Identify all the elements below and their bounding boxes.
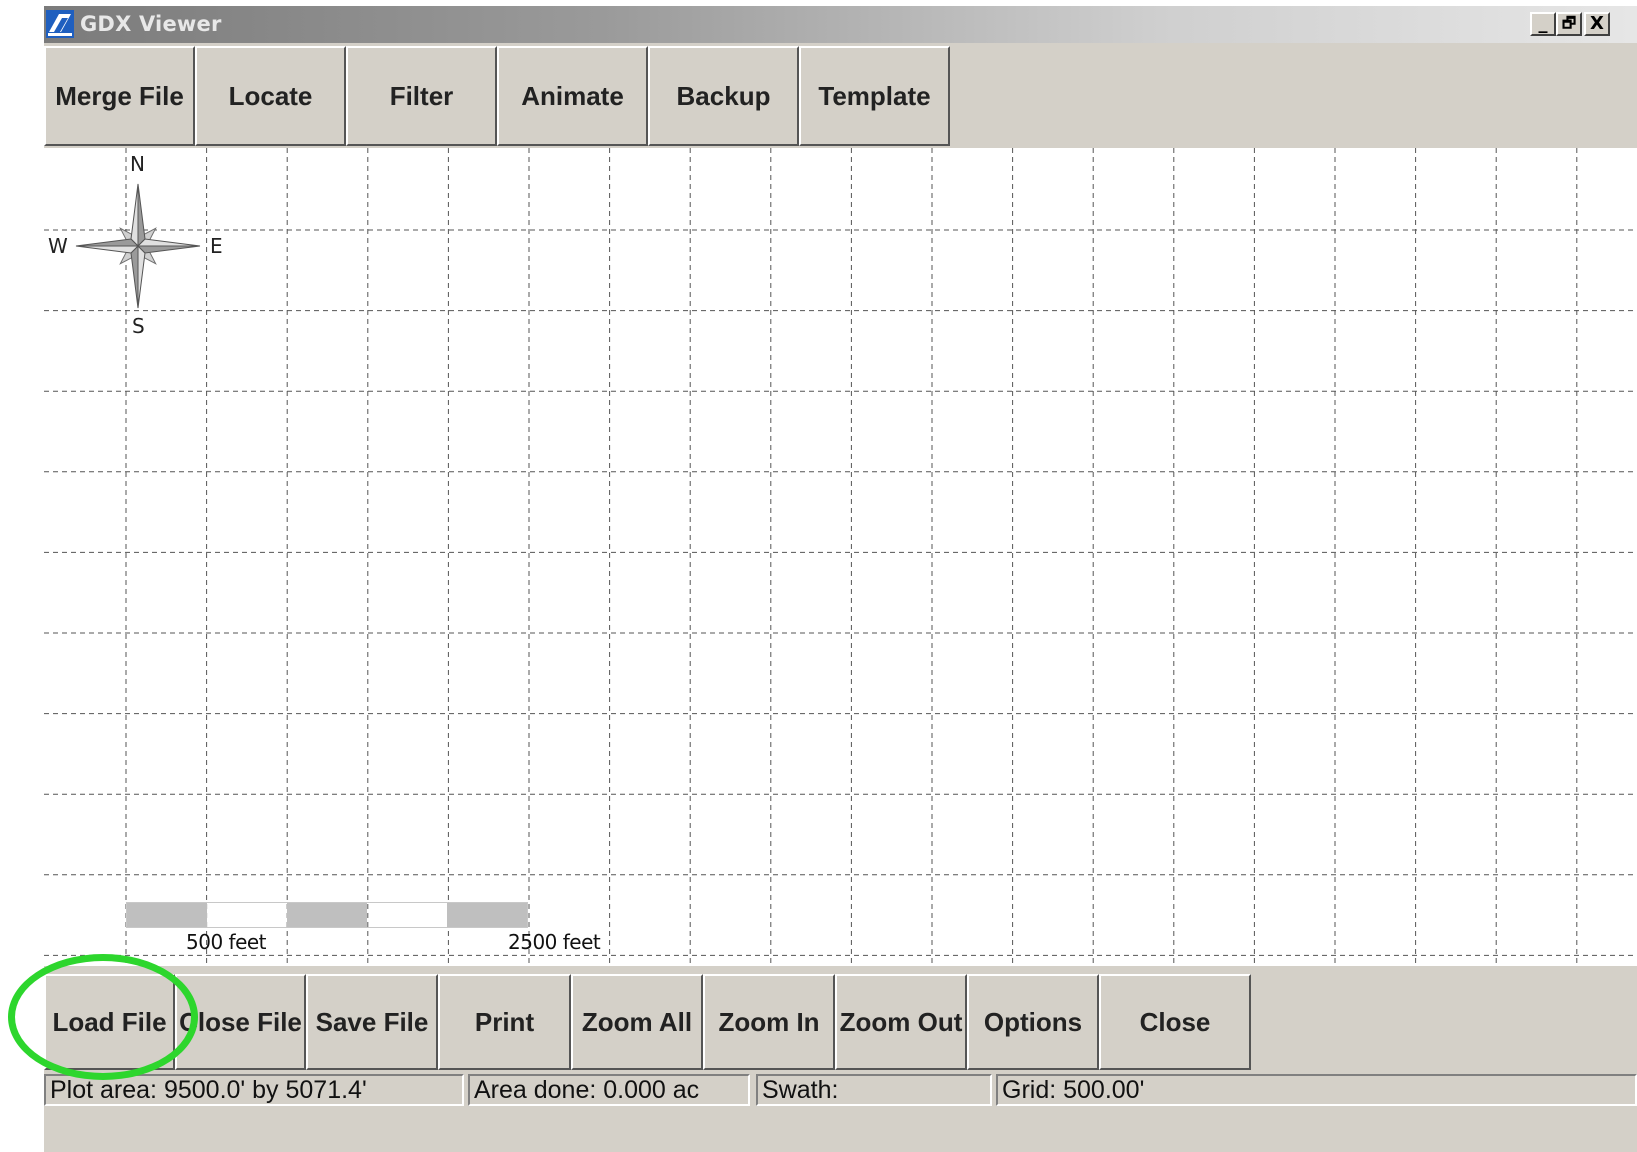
app-logo-icon	[46, 10, 74, 38]
filter-button[interactable]: Filter	[346, 46, 497, 146]
scale-bar	[126, 902, 528, 928]
scale-bar-segment	[447, 903, 527, 927]
status-grid: Grid: 500.00'	[996, 1074, 1637, 1106]
gdx-viewer-window: GDX Viewer _ 🗗 X Merge File Locate Filte…	[44, 6, 1637, 1152]
animate-button[interactable]: Animate	[497, 46, 648, 146]
scale-label-2500: 2500 feet	[508, 930, 601, 954]
scale-bar-segment	[127, 903, 207, 927]
print-button[interactable]: Print	[438, 974, 571, 1070]
save-file-button[interactable]: Save File	[306, 974, 438, 1070]
window-title: GDX Viewer	[80, 12, 222, 36]
bottom-toolbar: Load File Close File Save File Print Zoo…	[44, 964, 1637, 1072]
status-area-done: Area done: 0.000 ac	[468, 1074, 750, 1106]
minimize-button[interactable]: _	[1530, 12, 1556, 36]
status-swath: Swath:	[756, 1074, 992, 1106]
template-button[interactable]: Template	[799, 46, 950, 146]
options-button[interactable]: Options	[967, 974, 1099, 1070]
grid-lines	[44, 148, 1637, 964]
close-file-button[interactable]: Close File	[175, 974, 306, 1070]
status-plot-area: Plot area: 9500.0' by 5071.4'	[44, 1074, 464, 1106]
zoom-in-button[interactable]: Zoom In	[703, 974, 835, 1070]
compass-north-label: N	[130, 152, 145, 176]
backup-button[interactable]: Backup	[648, 46, 799, 146]
top-toolbar: Merge File Locate Filter Animate Backup …	[44, 46, 1637, 148]
compass-south-label: S	[132, 314, 145, 338]
locate-button[interactable]: Locate	[195, 46, 346, 146]
zoom-all-button[interactable]: Zoom All	[571, 974, 703, 1070]
merge-file-button[interactable]: Merge File	[44, 46, 195, 146]
compass-rose-icon	[75, 183, 201, 309]
compass-west-label: W	[48, 234, 68, 258]
plot-area[interactable]: N S E W 500 feet 2500 feet	[44, 148, 1637, 964]
restore-button[interactable]: 🗗	[1556, 12, 1582, 36]
close-window-button[interactable]: X	[1584, 12, 1610, 36]
status-bar: Plot area: 9500.0' by 5071.4' Area done:…	[44, 1072, 1637, 1108]
scale-bar-segment	[287, 903, 367, 927]
close-button[interactable]: Close	[1099, 974, 1251, 1070]
scale-label-500: 500 feet	[186, 930, 267, 954]
load-file-button[interactable]: Load File	[44, 974, 175, 1070]
compass-east-label: E	[210, 234, 223, 258]
zoom-out-button[interactable]: Zoom Out	[835, 974, 967, 1070]
title-bar[interactable]: GDX Viewer _ 🗗 X	[44, 6, 1637, 43]
